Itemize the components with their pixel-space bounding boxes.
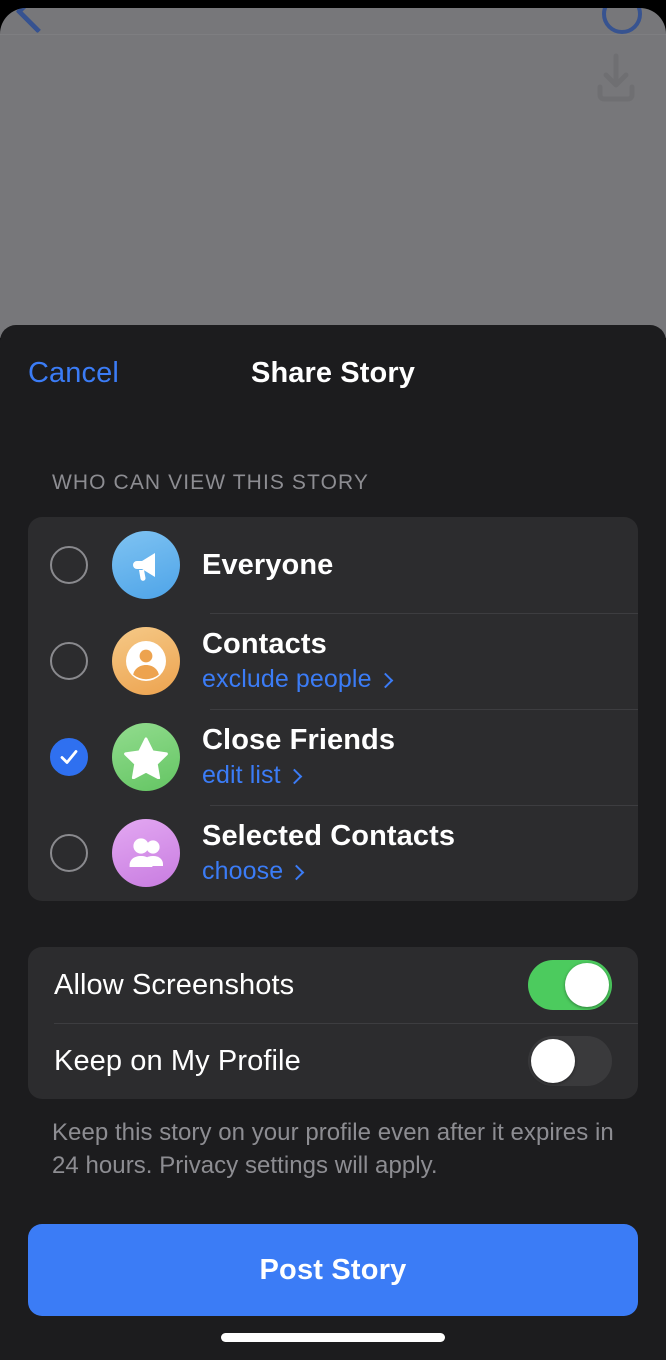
setting-allow-screenshots[interactable]: Allow Screenshots bbox=[28, 947, 638, 1023]
toggle-knob bbox=[531, 1039, 575, 1083]
story-settings-card: Allow Screenshots Keep on My Profile bbox=[28, 947, 638, 1099]
megaphone-icon bbox=[112, 531, 180, 599]
edit-list-link[interactable]: edit list bbox=[202, 761, 395, 790]
setting-keep-on-my-profile[interactable]: Keep on My Profile bbox=[28, 1023, 638, 1099]
radio-everyone[interactable] bbox=[50, 546, 88, 584]
choose-link[interactable]: choose bbox=[202, 857, 455, 886]
toggle-knob bbox=[565, 963, 609, 1007]
audience-option-text: Selected Contacts choose bbox=[202, 820, 455, 885]
audience-option-text: Everyone bbox=[202, 549, 333, 581]
chevron-right-icon bbox=[286, 768, 302, 785]
keep-on-profile-toggle[interactable] bbox=[528, 1036, 612, 1086]
edit-list-label: edit list bbox=[202, 760, 281, 789]
dimmed-background bbox=[0, 8, 666, 338]
audience-option-close-friends[interactable]: Close Friends edit list bbox=[28, 709, 638, 805]
audience-option-everyone[interactable]: Everyone bbox=[28, 517, 638, 613]
share-story-screen: Cancel Share Story WHO CAN VIEW THIS STO… bbox=[0, 0, 666, 1360]
audience-section-header: WHO CAN VIEW THIS STORY bbox=[52, 471, 370, 494]
audience-option-contacts[interactable]: Contacts exclude people bbox=[28, 613, 638, 709]
choose-label: choose bbox=[202, 856, 284, 885]
share-story-sheet: Cancel Share Story WHO CAN VIEW THIS STO… bbox=[0, 325, 666, 1360]
exclude-people-label: exclude people bbox=[202, 664, 372, 693]
background-divider bbox=[0, 34, 666, 35]
download-icon bbox=[594, 53, 638, 105]
check-icon bbox=[60, 750, 78, 764]
settings-footnote: Keep this story on your profile even aft… bbox=[52, 1119, 614, 1179]
chevron-right-icon bbox=[377, 672, 393, 689]
circle-outline-icon bbox=[602, 8, 642, 34]
chevron-left-icon bbox=[15, 8, 60, 34]
chevron-right-icon bbox=[288, 864, 305, 881]
post-story-button[interactable]: Post Story bbox=[28, 1224, 638, 1317]
audience-option-text: Contacts exclude people bbox=[202, 628, 393, 694]
audience-options-card: Everyone Contacts exclude people Close F… bbox=[28, 517, 638, 901]
page-title: Share Story bbox=[251, 357, 415, 389]
group-icon bbox=[112, 819, 180, 887]
audience-option-title: Contacts bbox=[202, 628, 327, 661]
radio-selected-contacts[interactable] bbox=[50, 834, 88, 872]
allow-screenshots-toggle[interactable] bbox=[528, 960, 612, 1010]
star-icon bbox=[112, 723, 180, 791]
person-circle-icon bbox=[112, 627, 180, 695]
home-indicator[interactable] bbox=[221, 1333, 445, 1342]
audience-option-text: Close Friends edit list bbox=[202, 724, 395, 789]
setting-label: Allow Screenshots bbox=[54, 968, 295, 1001]
exclude-people-link[interactable]: exclude people bbox=[202, 664, 393, 694]
setting-label: Keep on My Profile bbox=[54, 1044, 301, 1077]
audience-option-selected-contacts[interactable]: Selected Contacts choose bbox=[28, 805, 638, 901]
audience-option-title: Selected Contacts bbox=[202, 820, 456, 853]
sheet-navbar: Cancel Share Story bbox=[0, 325, 666, 425]
audience-option-title: Everyone bbox=[202, 548, 334, 581]
radio-contacts[interactable] bbox=[50, 642, 88, 680]
audience-option-title: Close Friends bbox=[202, 724, 396, 757]
radio-close-friends[interactable] bbox=[50, 738, 88, 776]
